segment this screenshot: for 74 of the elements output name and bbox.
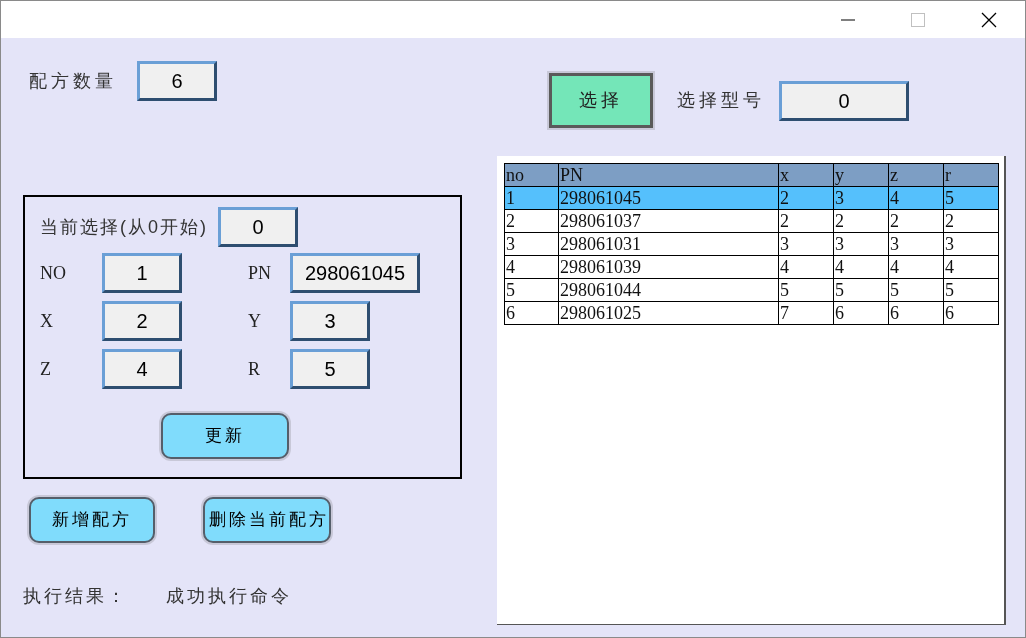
table-cell: 3 — [504, 232, 559, 256]
table-cell: 2 — [943, 209, 999, 233]
table-cell: 3 — [833, 232, 889, 256]
table-cell: 5 — [504, 278, 559, 302]
table-cell: 6 — [504, 301, 559, 325]
table-row[interactable]: 3 298061031 3 3 3 3 — [504, 232, 999, 256]
table-cell: 5 — [943, 186, 999, 210]
table-cell: 1 — [504, 186, 559, 210]
table-cell: 6 — [888, 301, 944, 325]
table-cell: 5 — [778, 278, 834, 302]
table-cell: 4 — [888, 186, 944, 210]
recipe-count-field[interactable]: 6 — [137, 61, 217, 101]
table-cell: 5 — [943, 278, 999, 302]
table-cell: 5 — [888, 278, 944, 302]
value-field[interactable]: 2 — [102, 301, 182, 341]
field-label: Z — [40, 357, 52, 381]
table-cell: 7 — [778, 301, 834, 325]
field-label: NO — [40, 261, 67, 285]
table-row[interactable]: 2 298061037 2 2 2 2 — [504, 209, 999, 233]
field-label: R — [248, 357, 261, 381]
table-row[interactable]: 1 298061045 2 3 4 5 — [504, 186, 999, 210]
table-cell: 6 — [833, 301, 889, 325]
table-cell: 6 — [943, 301, 999, 325]
table-row[interactable]: 4 298061039 4 4 4 4 — [504, 255, 999, 279]
value-field[interactable]: 5 — [290, 349, 370, 389]
result-label: 执行结果： — [23, 585, 128, 608]
table-cell: 2 — [778, 186, 834, 210]
table-cell: 4 — [888, 255, 944, 279]
field-label: PN — [248, 261, 272, 285]
table-cell: 2 — [833, 209, 889, 233]
table-cell: 298061037 — [558, 209, 779, 233]
table-cell: 3 — [943, 232, 999, 256]
table-cell: 298061044 — [558, 278, 779, 302]
field-label: X — [40, 309, 54, 333]
model-select-field[interactable]: 0 — [779, 80, 909, 121]
field-label: Y — [248, 309, 262, 333]
table-cell: 3 — [778, 232, 834, 256]
current-selection-field[interactable]: 0 — [218, 207, 298, 247]
select-button[interactable]: 选择 — [549, 73, 653, 128]
close-icon[interactable] — [981, 11, 997, 28]
table-cell: 5 — [833, 278, 889, 302]
result-message: 成功执行命令 — [166, 585, 292, 608]
update-button[interactable]: 更新 — [160, 413, 289, 459]
table-row[interactable]: 5 298061044 5 5 5 5 — [504, 278, 999, 302]
column-header: z — [888, 163, 944, 187]
table-cell: 298061031 — [558, 232, 779, 256]
table-cell: 2 — [778, 209, 834, 233]
column-header: PN — [558, 163, 779, 187]
table-cell: 4 — [504, 255, 559, 279]
column-header: x — [778, 163, 834, 187]
action-button[interactable]: 删除当前配方 — [203, 497, 331, 543]
table-cell: 4 — [833, 255, 889, 279]
column-header: no — [504, 163, 559, 187]
column-header: y — [833, 163, 889, 187]
value-field[interactable]: 1 — [102, 253, 182, 293]
table-cell: 3 — [888, 232, 944, 256]
table-cell: 2 — [888, 209, 944, 233]
action-button[interactable]: 新增配方 — [29, 497, 155, 543]
column-header: r — [943, 163, 999, 187]
value-field[interactable]: 3 — [290, 301, 370, 341]
table-cell: 3 — [833, 186, 889, 210]
current-selection-label: 当前选择(从0开始) — [40, 215, 208, 239]
value-field[interactable]: 298061045 — [290, 253, 421, 293]
minimize-icon[interactable] — [841, 18, 855, 21]
table-cell: 298061039 — [558, 255, 779, 279]
table-cell: 298061045 — [558, 186, 779, 210]
table-cell: 4 — [943, 255, 999, 279]
table-cell: 4 — [778, 255, 834, 279]
table-cell: 2 — [504, 209, 559, 233]
table-row[interactable]: 6 298061025 7 6 6 6 — [504, 301, 999, 325]
model-select-label: 选择型号 — [677, 89, 765, 112]
table-cell: 298061025 — [558, 301, 779, 325]
value-field[interactable]: 4 — [102, 349, 182, 389]
recipe-count-label: 配方数量 — [29, 69, 117, 93]
